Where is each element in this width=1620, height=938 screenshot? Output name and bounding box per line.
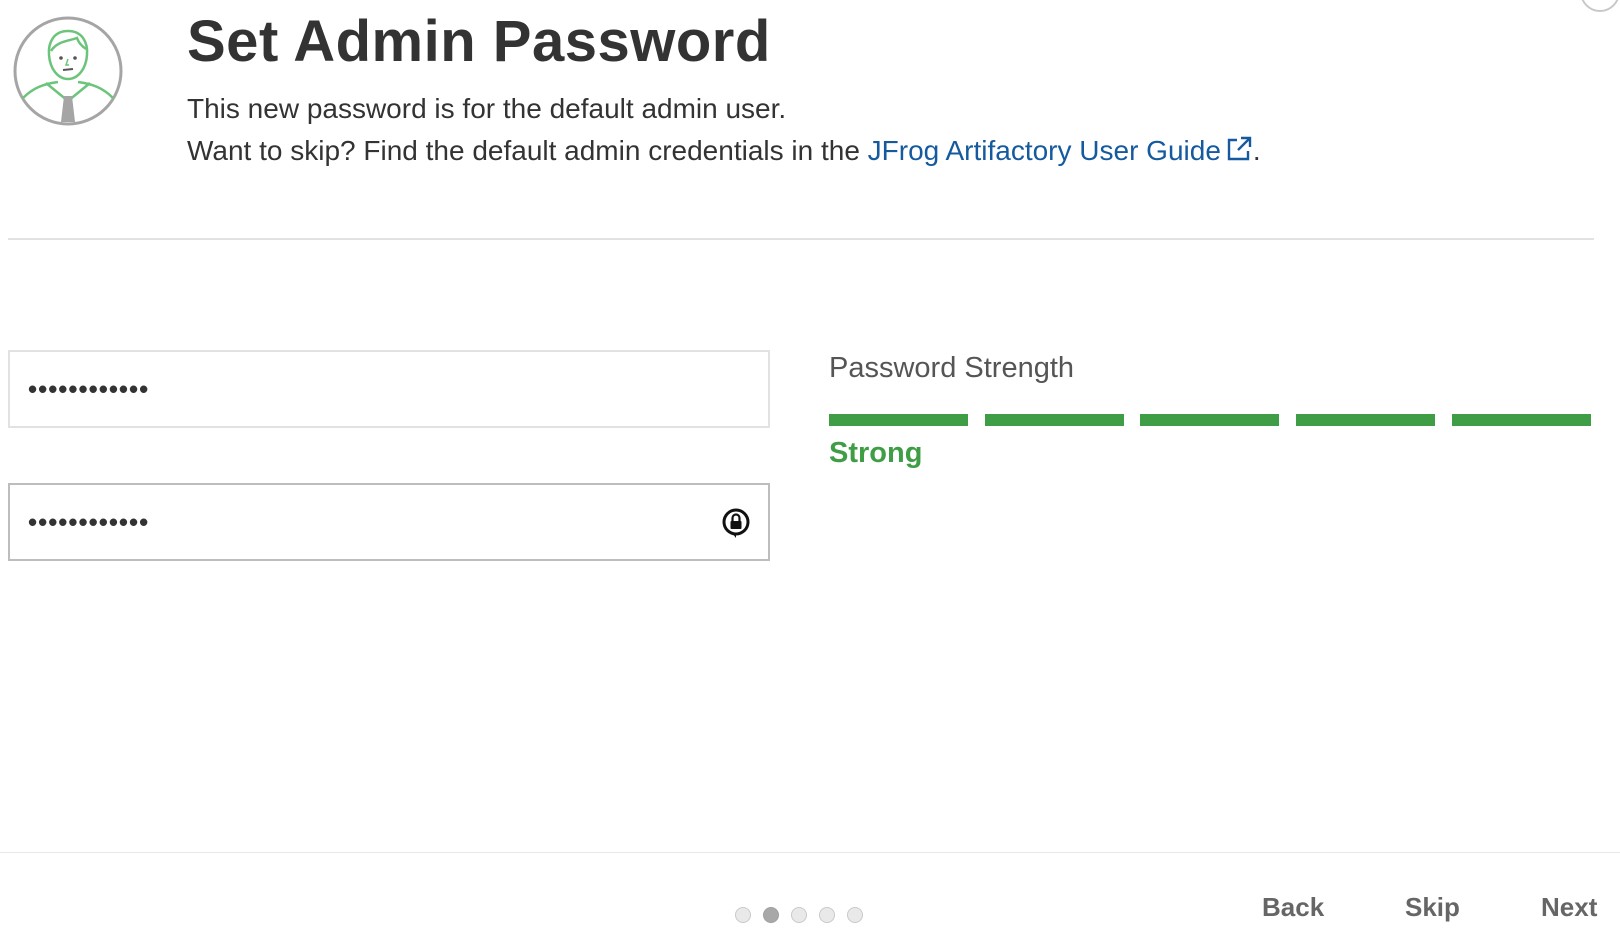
step-dot[interactable]: [791, 907, 807, 923]
user-guide-link[interactable]: JFrog Artifactory User Guide: [868, 135, 1253, 166]
page-title: Set Admin Password: [187, 9, 771, 74]
password-value: ••••••••••••: [28, 374, 150, 404]
strength-bar-segment: [1452, 414, 1591, 426]
page-subtitle: This new password is for the default adm…: [187, 93, 787, 124]
skip-button[interactable]: Skip: [1405, 892, 1460, 923]
password-strength-label: Password Strength: [829, 352, 1075, 384]
skip-hint: Want to skip? Find the default admin cre…: [187, 135, 1261, 167]
step-dot-current[interactable]: [763, 907, 779, 923]
back-button[interactable]: Back: [1262, 892, 1324, 923]
close-icon[interactable]: [1580, 0, 1620, 12]
confirm-password-value: ••••••••••••: [28, 507, 150, 537]
header-divider: [8, 238, 1594, 240]
skip-hint-period: .: [1252, 135, 1261, 166]
password-strength-meter: [829, 414, 1591, 426]
step-dot[interactable]: [735, 907, 751, 923]
strength-bar-segment: [829, 414, 968, 426]
skip-hint-text: Want to skip? Find the default admin cre…: [187, 135, 868, 166]
footer-divider: [0, 852, 1620, 853]
password-manager-icon[interactable]: [720, 507, 752, 541]
strength-bar-segment: [1140, 414, 1279, 426]
confirm-password-input[interactable]: ••••••••••••: [8, 483, 770, 561]
step-dot[interactable]: [819, 907, 835, 923]
strength-bar-segment: [985, 414, 1124, 426]
step-indicator: [735, 907, 865, 925]
strength-bar-segment: [1296, 414, 1435, 426]
password-input[interactable]: ••••••••••••: [8, 350, 770, 428]
next-button[interactable]: Next: [1541, 892, 1597, 923]
external-link-icon: [1227, 136, 1252, 161]
user-guide-link-label: JFrog Artifactory User Guide: [867, 135, 1221, 166]
admin-user-avatar-icon: [13, 16, 123, 126]
password-strength-value: Strong: [829, 437, 923, 469]
step-dot[interactable]: [847, 907, 863, 923]
